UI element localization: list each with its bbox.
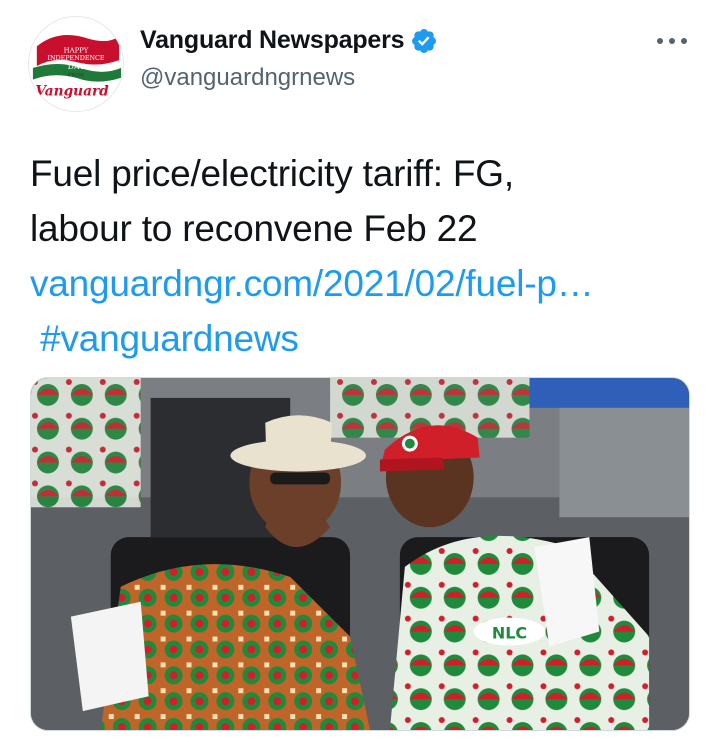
tweet-photo[interactable]: NLC — [30, 377, 690, 731]
article-link[interactable]: vanguardngr.com/2021/02/fuel-p… — [30, 263, 594, 304]
svg-text:DAY: DAY — [68, 62, 86, 71]
svg-text:FROM: FROM — [68, 73, 84, 79]
svg-text:NLC: NLC — [492, 624, 527, 643]
verified-badge-icon — [410, 27, 438, 55]
tweet-text-line: labour to reconvene Feb 22 — [30, 208, 478, 249]
svg-text:HAPPY: HAPPY — [64, 46, 89, 54]
svg-text:Vanguard: Vanguard — [35, 83, 109, 99]
photo-illustration: NLC — [31, 378, 689, 730]
tweet-body: Fuel price/electricity tariff: FG, labou… — [30, 146, 700, 366]
vanguard-independence-logo: HAPPY INDEPENDENCE DAY FROM Vanguard — [29, 17, 123, 111]
hashtag-link[interactable]: #vanguardnews — [40, 318, 299, 359]
tweet-text-line: Fuel price/electricity tariff: FG, — [30, 153, 514, 194]
more-horizontal-icon[interactable] — [654, 30, 690, 52]
author-avatar[interactable]: HAPPY INDEPENDENCE DAY FROM Vanguard — [28, 16, 124, 112]
author-handle[interactable]: @vanguardngrnews — [140, 64, 355, 92]
author-display-name[interactable]: Vanguard Newspapers — [140, 26, 405, 55]
author-name-row[interactable]: Vanguard Newspapers — [140, 26, 438, 55]
